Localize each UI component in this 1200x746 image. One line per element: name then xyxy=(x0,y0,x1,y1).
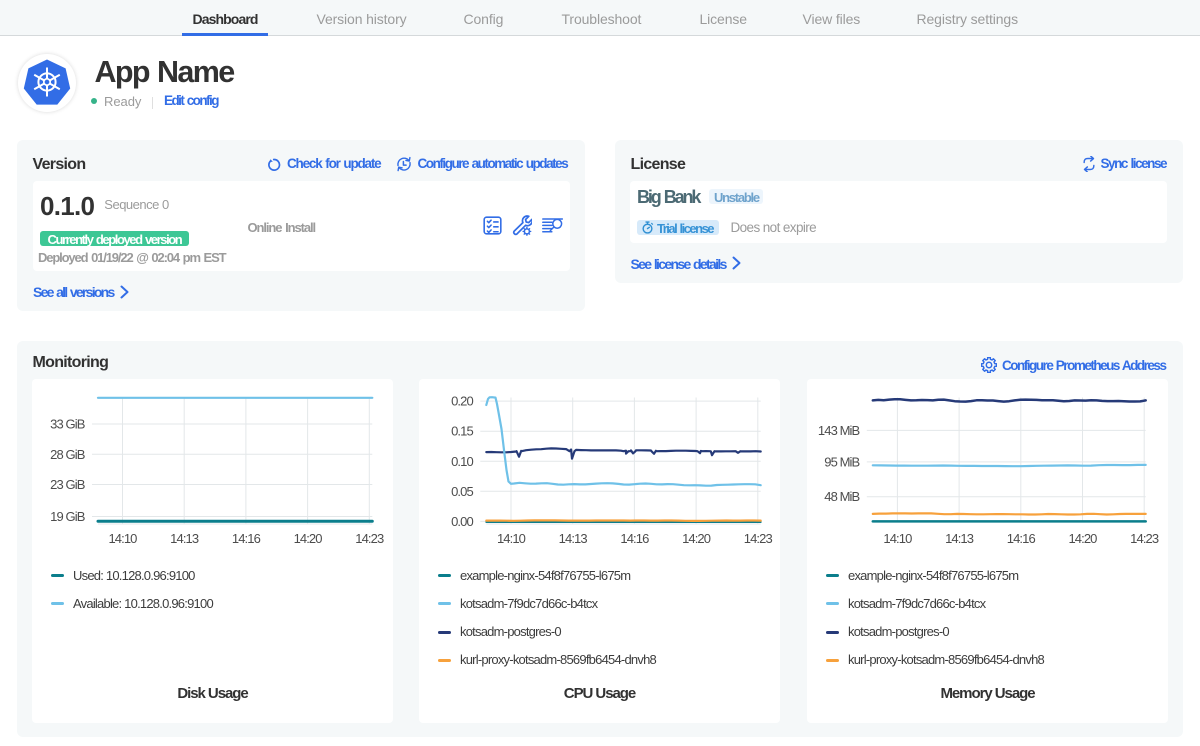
svg-text:14:16: 14:16 xyxy=(620,531,649,546)
svg-text:143 MiB: 143 MiB xyxy=(818,423,860,438)
svg-text:48 MiB: 48 MiB xyxy=(824,489,859,504)
svg-text:0.00: 0.00 xyxy=(451,514,473,529)
svg-text:28 GiB: 28 GiB xyxy=(50,447,85,462)
svg-text:14:20: 14:20 xyxy=(1068,531,1097,546)
svg-text:23 GiB: 23 GiB xyxy=(50,477,85,492)
svg-text:14:10: 14:10 xyxy=(497,531,526,546)
svg-text:14:10: 14:10 xyxy=(108,531,137,546)
svg-text:0.05: 0.05 xyxy=(451,484,473,499)
svg-text:0.10: 0.10 xyxy=(451,454,473,469)
svg-text:14:23: 14:23 xyxy=(744,531,773,546)
svg-text:14:16: 14:16 xyxy=(232,531,261,546)
svg-text:14:13: 14:13 xyxy=(559,531,588,546)
svg-text:14:23: 14:23 xyxy=(1130,531,1159,546)
svg-text:33 GiB: 33 GiB xyxy=(50,417,85,432)
svg-text:14:16: 14:16 xyxy=(1007,531,1036,546)
svg-text:14:23: 14:23 xyxy=(355,531,384,546)
svg-text:19 GiB: 19 GiB xyxy=(50,509,85,524)
svg-text:0.20: 0.20 xyxy=(451,394,473,409)
svg-text:95 MiB: 95 MiB xyxy=(824,454,859,469)
svg-text:14:20: 14:20 xyxy=(682,531,711,546)
svg-text:14:20: 14:20 xyxy=(294,531,323,546)
svg-text:14:13: 14:13 xyxy=(945,531,974,546)
svg-text:14:13: 14:13 xyxy=(170,531,199,546)
svg-text:0.15: 0.15 xyxy=(451,424,473,439)
svg-text:14:10: 14:10 xyxy=(883,531,912,546)
